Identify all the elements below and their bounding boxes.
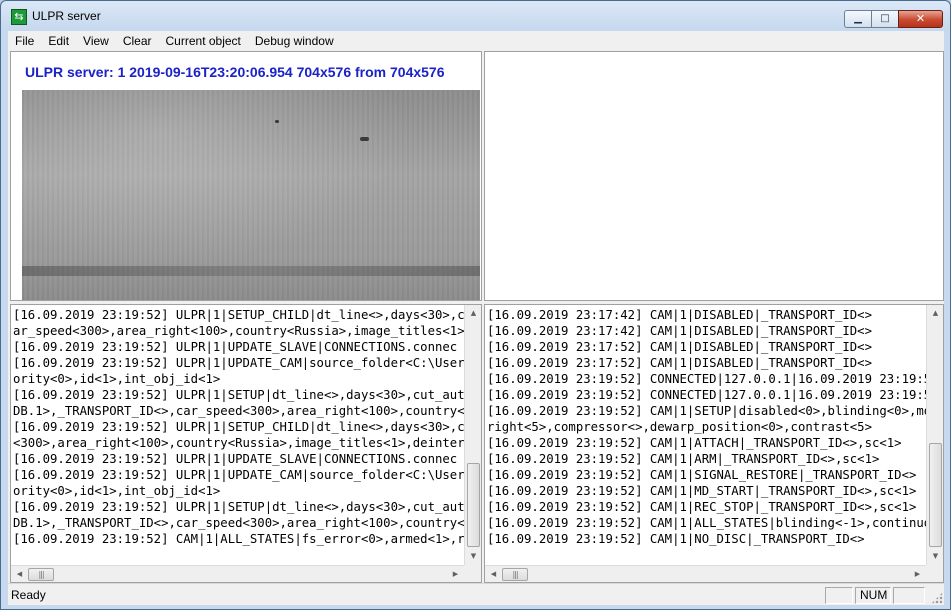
log-line: DB.1>,_TRANSPORT_ID<>,car_speed<300>,are…: [13, 516, 464, 530]
log-line: ar_speed<300>,area_right<100>,country<Ru…: [13, 324, 464, 338]
log-line: [16.09.2019 23:19:52] ULPR|1|SETUP_CHILD…: [13, 308, 464, 322]
vertical-scrollbar-right[interactable]: ▲ ▼: [926, 305, 943, 565]
frame-spot: [360, 137, 369, 141]
menu-debug-window[interactable]: Debug window: [248, 31, 341, 51]
status-indicator-caps: [825, 587, 853, 604]
camera-frame[interactable]: [22, 90, 480, 300]
client-area: ULPR server: 1 2019-09-16T23:20:06.954 7…: [8, 51, 944, 583]
log-line: ority<0>,id<1>,int_obj_id<1>: [13, 372, 221, 386]
app-network-icon: ⇆: [11, 9, 27, 25]
log-line: [16.09.2019 23:19:52] ULPR|1|SETUP|dt_li…: [13, 388, 464, 402]
status-indicator-scroll: [893, 587, 925, 604]
log-line: [16.09.2019 23:19:52] CONNECTED|127.0.0.…: [487, 388, 926, 402]
menu-clear[interactable]: Clear: [116, 31, 159, 51]
frame-spot: [275, 120, 279, 123]
status-bar: Ready NUM: [8, 583, 944, 605]
log-line: [16.09.2019 23:19:52] ULPR|1|UPDATE_SLAV…: [13, 452, 458, 466]
title-bar[interactable]: ⇆ ULPR server ▁ □ ✕: [1, 1, 950, 31]
vertical-scrollbar-left[interactable]: ▲ ▼: [464, 305, 481, 565]
log-text-right[interactable]: [16.09.2019 23:17:42] CAM|1|DISABLED|_TR…: [487, 307, 926, 565]
scroll-thumb[interactable]: |||: [502, 568, 528, 581]
log-line: <300>,area_right<100>,country<Russia>,im…: [13, 436, 464, 450]
maximize-button[interactable]: □: [871, 10, 898, 28]
log-line: [16.09.2019 23:17:42] CAM|1|DISABLED|_TR…: [487, 308, 872, 322]
log-line: [16.09.2019 23:19:52] ULPR|1|SETUP|dt_li…: [13, 500, 464, 514]
log-pane-right: [16.09.2019 23:17:42] CAM|1|DISABLED|_TR…: [484, 304, 944, 583]
log-line: [16.09.2019 23:19:52] CAM|1|SIGNAL_RESTO…: [487, 468, 917, 482]
scroll-thumb[interactable]: [929, 443, 942, 547]
maximize-icon: □: [880, 13, 890, 24]
scroll-thumb[interactable]: [467, 463, 480, 547]
log-line: [16.09.2019 23:19:52] ULPR|1|UPDATE_SLAV…: [13, 340, 458, 354]
log-line: [16.09.2019 23:19:52] CAM|1|ATTACH|_TRAN…: [487, 436, 902, 450]
minimize-button[interactable]: ▁: [844, 10, 871, 28]
log-line: [16.09.2019 23:19:52] CAM|1|MD_START|_TR…: [487, 484, 917, 498]
log-line: [16.09.2019 23:19:52] CAM|1|ALL_STATES|b…: [487, 516, 926, 530]
log-line: [16.09.2019 23:19:52] CAM|1|ALL_STATES|f…: [13, 532, 464, 546]
scroll-up-icon[interactable]: ▲: [927, 305, 943, 322]
horizontal-scrollbar-left[interactable]: ◀ ||| ▶: [11, 565, 464, 582]
resize-grip-icon[interactable]: [931, 592, 943, 604]
scroll-up-icon[interactable]: ▲: [465, 305, 481, 322]
close-button[interactable]: ✕: [898, 10, 943, 28]
menu-file[interactable]: File: [8, 31, 41, 51]
close-icon: ✕: [915, 12, 926, 25]
scroll-right-icon[interactable]: ▶: [447, 566, 464, 582]
log-line: [16.09.2019 23:19:52] ULPR|1|UPDATE_CAM|…: [13, 356, 464, 370]
menu-current-object[interactable]: Current object: [159, 31, 248, 51]
scroll-left-icon[interactable]: ◀: [485, 566, 502, 582]
app-window: ⇆ ULPR server ▁ □ ✕ File Edit View Clear…: [0, 0, 951, 610]
log-text-left[interactable]: [16.09.2019 23:19:52] ULPR|1|SETUP_CHILD…: [13, 307, 464, 565]
log-line: [16.09.2019 23:19:52] ULPR|1|UPDATE_CAM|…: [13, 468, 464, 482]
log-line: [16.09.2019 23:19:52] CAM|1|REC_STOP|_TR…: [487, 500, 917, 514]
minimize-icon: ▁: [854, 13, 862, 24]
log-line: DB.1>,_TRANSPORT_ID<>,car_speed<300>,are…: [13, 404, 464, 418]
status-indicator-num: NUM: [855, 587, 891, 604]
scroll-right-icon[interactable]: ▶: [909, 566, 926, 582]
log-line: [16.09.2019 23:19:52] CAM|1|NO_DISC|_TRA…: [487, 532, 865, 546]
log-line: ority<0>,id<1>,int_obj_id<1>: [13, 484, 221, 498]
log-line: [16.09.2019 23:19:52] ULPR|1|SETUP_CHILD…: [13, 420, 464, 434]
log-line: right<5>,compressor<>,dewarp_position<0>…: [487, 420, 872, 434]
video-caption: ULPR server: 1 2019-09-16T23:20:06.954 7…: [25, 64, 445, 80]
scroll-corner: [464, 565, 481, 582]
scroll-thumb[interactable]: |||: [28, 568, 54, 581]
log-pane-left: [16.09.2019 23:19:52] ULPR|1|SETUP_CHILD…: [10, 304, 482, 583]
menu-edit[interactable]: Edit: [41, 31, 76, 51]
log-line: [16.09.2019 23:19:52] CONNECTED|127.0.0.…: [487, 372, 926, 386]
frame-shadow-band: [22, 266, 480, 276]
log-line: [16.09.2019 23:19:52] CAM|1|SETUP|disabl…: [487, 404, 926, 418]
scroll-down-icon[interactable]: ▼: [927, 548, 943, 565]
window-controls: ▁ □ ✕: [844, 10, 943, 29]
log-line: [16.09.2019 23:17:52] CAM|1|DISABLED|_TR…: [487, 340, 872, 354]
scroll-left-icon[interactable]: ◀: [11, 566, 28, 582]
menu-bar: File Edit View Clear Current object Debu…: [8, 31, 944, 51]
status-text: Ready: [11, 588, 46, 602]
horizontal-scrollbar-right[interactable]: ◀ ||| ▶: [485, 565, 926, 582]
log-line: [16.09.2019 23:19:52] CAM|1|ARM|_TRANSPO…: [487, 452, 880, 466]
window-title: ULPR server: [32, 9, 101, 23]
scroll-corner: [926, 565, 943, 582]
scroll-down-icon[interactable]: ▼: [465, 548, 481, 565]
menu-view[interactable]: View: [76, 31, 116, 51]
log-line: [16.09.2019 23:17:42] CAM|1|DISABLED|_TR…: [487, 324, 872, 338]
video-pane: ULPR server: 1 2019-09-16T23:20:06.954 7…: [10, 51, 482, 301]
secondary-video-pane: [484, 51, 944, 301]
log-line: [16.09.2019 23:17:52] CAM|1|DISABLED|_TR…: [487, 356, 872, 370]
